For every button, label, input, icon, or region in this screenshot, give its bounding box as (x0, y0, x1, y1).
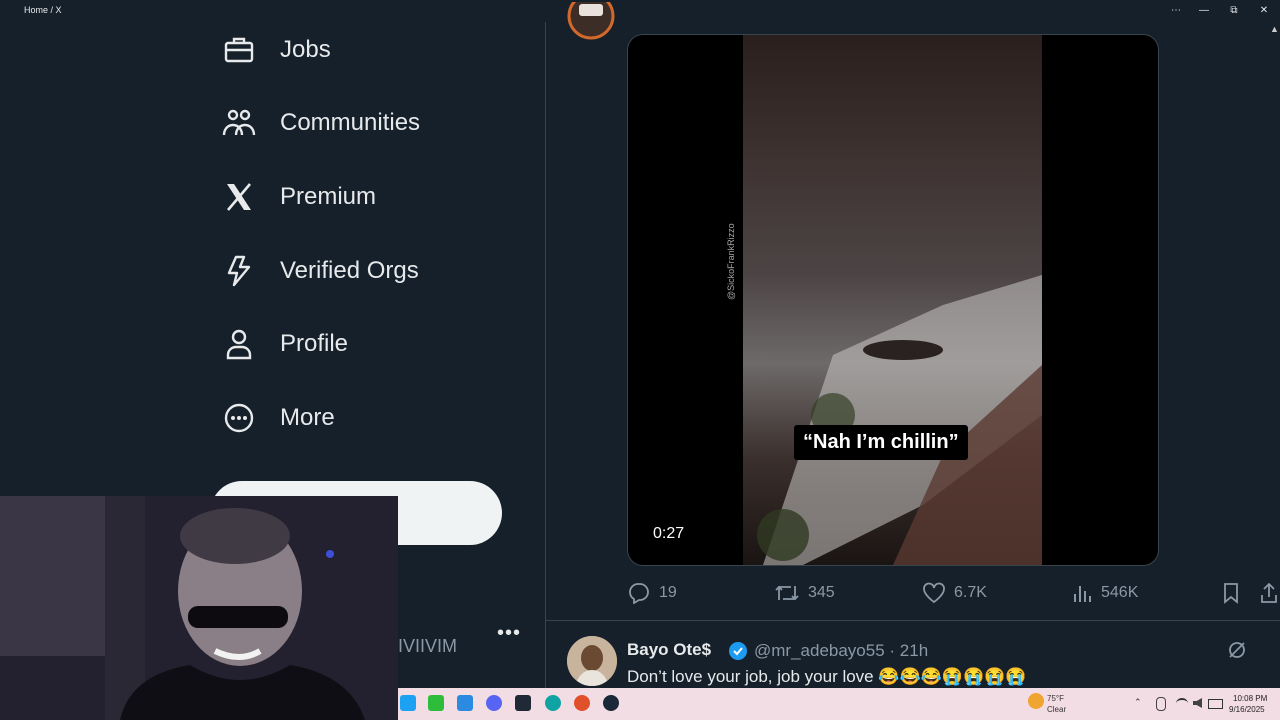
sidebar-item-label: Profile (280, 330, 349, 357)
verified-badge-icon (728, 641, 748, 666)
sidebar-item-premium[interactable]: Premium (222, 177, 376, 217)
avatar[interactable] (567, 636, 617, 686)
column-divider (545, 22, 546, 720)
more-circle-icon (222, 401, 256, 435)
restore-button[interactable]: ⧉ (1226, 3, 1242, 19)
repost-icon (775, 585, 799, 601)
sidebar-item-label: Jobs (280, 36, 331, 63)
twitter-app-icon[interactable] (400, 695, 416, 711)
sidebar-item-communities[interactable]: Communities (222, 103, 420, 143)
video-frame (743, 35, 1042, 565)
share-button[interactable] (1259, 580, 1280, 606)
sidebar-item-verified-orgs[interactable]: Verified Orgs (222, 251, 419, 291)
views-icon (1074, 586, 1091, 602)
repost-count: 345 (808, 584, 835, 601)
sidebar-item-label: Premium (280, 183, 377, 210)
steam-app-icon[interactable] (603, 695, 619, 711)
video-caption: “Nah I’m chillin” (794, 425, 968, 460)
views-button[interactable]: 546K (1071, 580, 1138, 606)
account-handle[interactable]: IVIIVIM (398, 636, 457, 657)
kick-app-icon[interactable] (428, 695, 444, 711)
weather-temperature[interactable]: 75°F (1047, 694, 1064, 703)
window-menu-button[interactable]: ⋯ (1168, 3, 1184, 19)
snipping-tool-icon[interactable] (457, 695, 473, 711)
repost-button[interactable]: 345 (774, 580, 835, 606)
video-watermark: @SickoFrankRizzo (726, 223, 736, 300)
discord-app-icon[interactable] (486, 695, 502, 711)
grok-icon[interactable] (1227, 640, 1247, 665)
microphone-icon[interactable] (1156, 697, 1166, 711)
wifi-icon[interactable] (1176, 698, 1188, 709)
heart-icon (923, 582, 945, 604)
tweet-author-name[interactable]: Bayo Ote$ (627, 640, 711, 660)
bookmark-button[interactable] (1221, 580, 1249, 606)
briefcase-icon (222, 33, 256, 67)
window-title-bar (0, 0, 1280, 22)
sidebar-item-label: Verified Orgs (280, 257, 419, 284)
sidebar-item-more[interactable]: More (222, 398, 335, 438)
x-logo-icon (222, 180, 256, 214)
tweet-author-handle[interactable]: @mr_adebayo55 · 21h (754, 641, 928, 661)
person-icon (222, 327, 256, 361)
communities-icon (222, 106, 256, 140)
sidebar-item-jobs[interactable]: Jobs (222, 30, 331, 70)
video-duration: 0:27 (653, 525, 685, 542)
reply-count: 19 (659, 584, 677, 601)
terminal-app-icon[interactable] (515, 695, 531, 711)
battery-icon[interactable] (1208, 699, 1223, 709)
edge-app-icon[interactable] (545, 695, 561, 711)
sidebar-item-label: Communities (280, 109, 421, 136)
lightning-icon (222, 254, 256, 288)
minimize-button[interactable]: — (1196, 3, 1212, 19)
bookmark-icon (1224, 583, 1238, 604)
weather-icon[interactable] (1028, 693, 1044, 709)
weather-condition[interactable]: Clear (1047, 705, 1066, 714)
brave-app-icon[interactable] (574, 695, 590, 711)
scrollbar-up-arrow[interactable]: ▲ (1270, 24, 1279, 34)
like-button[interactable]: 6.7K (922, 580, 987, 606)
clock-time[interactable]: 10:08 PM (1233, 694, 1267, 703)
share-icon (1261, 582, 1277, 603)
close-button[interactable]: ✕ (1256, 3, 1272, 19)
avatar[interactable] (567, 2, 615, 40)
reply-button[interactable]: 19 (627, 580, 677, 606)
reply-icon (629, 583, 649, 604)
sidebar-item-profile[interactable]: Profile (222, 324, 348, 364)
window-title: Home / X (24, 5, 62, 15)
sidebar-item-label: More (280, 404, 335, 431)
webcam-overlay (0, 496, 398, 720)
like-count: 6.7K (954, 584, 987, 601)
clock-date[interactable]: 9/16/2025 (1229, 705, 1265, 714)
account-more-icon[interactable]: ••• (497, 622, 521, 645)
tweet-separator (546, 620, 1280, 621)
tweet-text: Don’t love your job, job your love 😂😂😂😭😭… (627, 667, 1027, 686)
video-player[interactable]: @SickoFrankRizzo “Nah I’m chillin” 0:27 (627, 34, 1159, 566)
tray-chevron-icon[interactable]: ⌃ (1134, 697, 1142, 708)
view-count: 546K (1101, 584, 1139, 601)
